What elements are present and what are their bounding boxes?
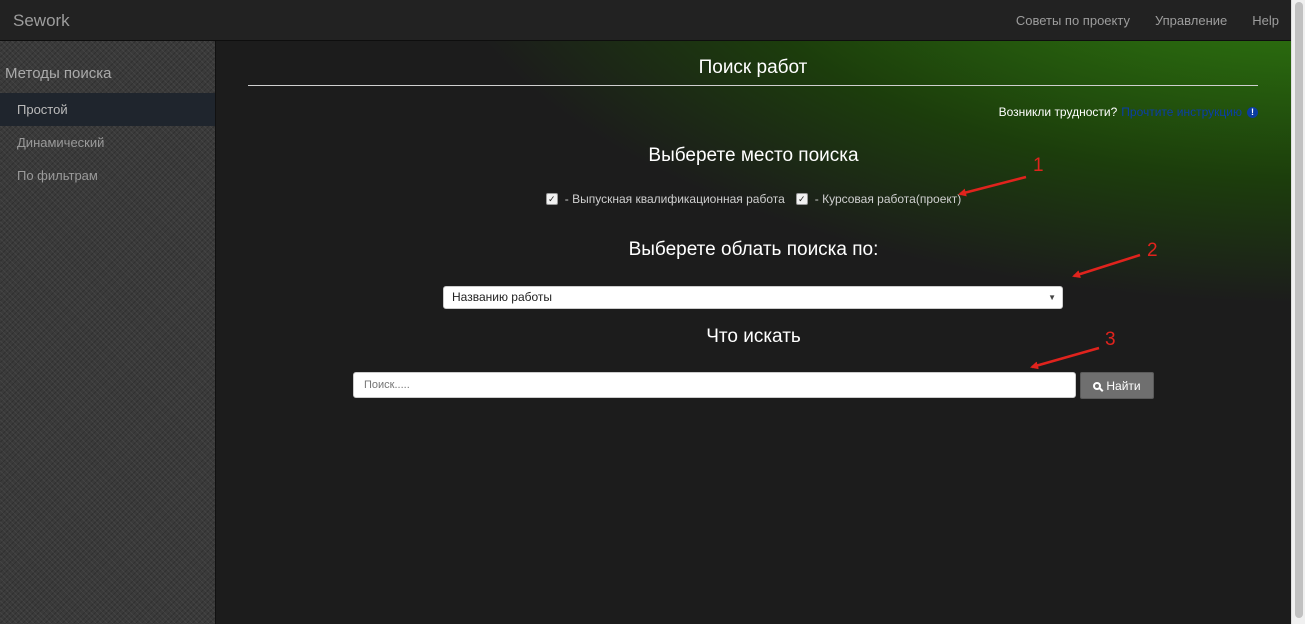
vertical-scrollbar[interactable] [1291,0,1305,624]
annotation-arrow-2 [1072,253,1141,278]
annotation-overlay [958,175,1141,370]
annotation-arrow-1 [958,175,1027,197]
annotation-number-2: 2 [1147,240,1158,261]
annotation-arrow-3 [1030,346,1100,370]
scrollbar-thumb[interactable] [1295,2,1303,618]
annotation-number-3: 3 [1105,329,1116,350]
annotation-number-1: 1 [1033,155,1044,176]
